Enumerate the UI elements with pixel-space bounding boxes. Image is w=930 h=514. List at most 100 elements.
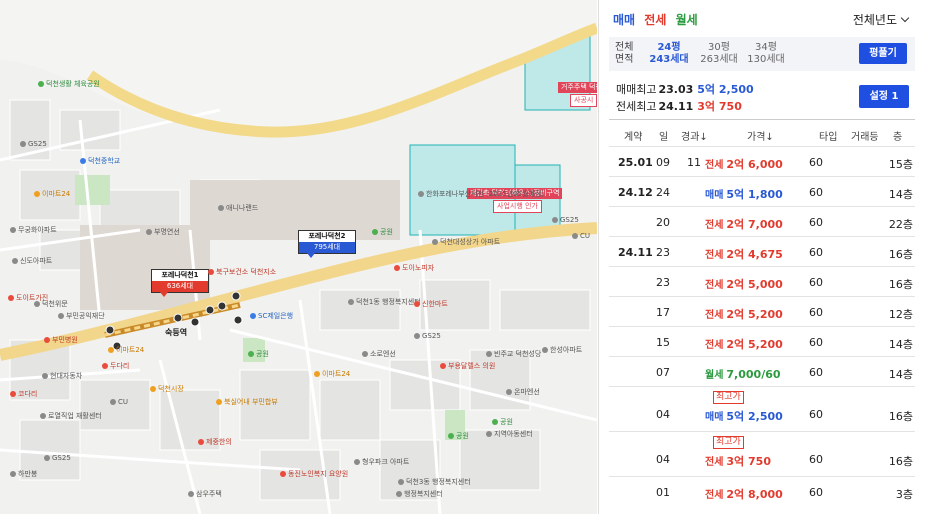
col-header-floor[interactable]: 층 — [893, 128, 902, 143]
size-option-24[interactable]: 24평 243세대 — [647, 42, 691, 66]
poi-convenience-store[interactable]: 이마트24 — [108, 346, 144, 355]
col-header-price[interactable]: 가격↓ — [747, 128, 774, 143]
church-icon — [486, 351, 492, 357]
poi-mart[interactable]: 신한마트 — [414, 300, 448, 309]
poi-health-center[interactable]: 북구보건소 덕천지소 — [208, 268, 276, 277]
poi-convenience-store[interactable]: CU — [572, 232, 590, 241]
row-trade-kind: 전세 — [705, 250, 724, 261]
poi-apartment[interactable]: 형우파크 아파트 — [354, 458, 409, 467]
building-icon — [10, 471, 16, 477]
poi-apartment-new[interactable]: 한화포레나부산덕천 (2025년05월예정) — [418, 190, 544, 199]
poi-apartment[interactable]: 한성아파트 — [542, 346, 582, 355]
apartment-icon — [354, 459, 360, 465]
poi-child-center[interactable]: 지역아동센터 — [486, 430, 533, 439]
row-price-value: 2억 6,000 — [726, 158, 783, 171]
poi-apartment[interactable]: 신도아파트 — [12, 257, 52, 266]
poi-convenience-store[interactable]: GS25 — [44, 454, 71, 463]
poi-care-home[interactable]: 동진노인복지 요양원 — [280, 470, 348, 479]
tab-wolse[interactable]: 월세 — [676, 13, 698, 27]
table-row[interactable]: 25.01 09 11 전세 2억 6,000 60 15층 — [609, 146, 915, 176]
store-icon — [314, 371, 320, 377]
poi-market[interactable]: 덕천시장 — [150, 385, 184, 394]
poi-park[interactable]: 공원 — [448, 432, 469, 441]
poi-building[interactable]: 온마엔선 — [506, 388, 540, 397]
store-icon — [572, 233, 578, 239]
station-label[interactable]: 숙등역 — [165, 328, 187, 337]
year-filter-dropdown[interactable]: 전체년도 — [853, 11, 910, 28]
col-header-contract[interactable]: 계약 — [624, 128, 642, 143]
table-row[interactable]: 04 매매 5억 2,500 60 16층 최고가 — [609, 386, 915, 431]
park-icon — [372, 229, 378, 235]
poi-restaurant[interactable]: 두다리 — [102, 362, 129, 371]
poi-building[interactable]: 부명연선 — [146, 228, 180, 237]
poi-kids[interactable]: 애니나랜드 — [218, 204, 258, 213]
poi-shop[interactable]: 북실어내 부민합뷰 — [216, 398, 278, 407]
poi-convenience-store[interactable]: CU — [110, 398, 128, 407]
row-type: 60 — [809, 486, 823, 499]
divider — [609, 119, 915, 120]
poi-foundation[interactable]: 부민공익재단 — [58, 312, 105, 321]
store-icon — [108, 347, 114, 353]
poi-office[interactable]: 행정복지센터 — [396, 490, 443, 499]
table-row[interactable]: 20 전세 2억 7,000 60 22층 — [609, 206, 915, 236]
poi-convenience-store[interactable]: 이마트24 — [34, 190, 70, 199]
restaurant-icon — [10, 391, 16, 397]
poi-park[interactable]: 공원 — [248, 350, 269, 359]
poi-school[interactable]: 덕천중학교 — [80, 157, 120, 166]
poi-convenience-store[interactable]: 이마트24 — [314, 370, 350, 379]
store-icon — [110, 399, 116, 405]
map-view[interactable]: 포레나덕천1 636세대 포레나덕천2 795세대 재건축 덕천3(하우스)정비… — [0, 0, 597, 514]
poi-building[interactable]: 덕천위문 — [34, 300, 68, 309]
size-toggle-button[interactable]: 평풀기 — [859, 43, 907, 64]
row-price-value: 2억 5,200 — [726, 338, 783, 351]
col-header-day[interactable]: 일 — [659, 128, 668, 143]
table-row[interactable]: 17 전세 2억 5,200 60 12층 — [609, 296, 915, 326]
poi-apartment[interactable]: 무궁화아파트 — [10, 226, 57, 235]
poi-building[interactable]: 삼우주택 — [188, 490, 222, 499]
poi-center[interactable]: 로열직업 재활센터 — [40, 412, 102, 421]
poi-church[interactable]: 빈주교 덕천성당 — [486, 350, 541, 359]
poi-park[interactable]: 공원 — [372, 228, 393, 237]
poi-hospital[interactable]: 부민병원 — [44, 336, 78, 345]
poi-convenience-store[interactable]: GS25 — [552, 216, 579, 225]
zone-label-name-2[interactable]: 거주주택 덕천 — [558, 82, 597, 93]
apartment-marker-forena-1[interactable]: 포레나덕천1 636세대 — [151, 269, 209, 297]
table-row[interactable]: 23 전세 2억 5,000 60 16층 — [609, 266, 915, 296]
poi-building[interactable]: 소로엔선 — [362, 350, 396, 359]
col-header-type[interactable]: 타입 — [819, 128, 837, 143]
col-header-count[interactable]: 거래등 — [851, 128, 879, 143]
poi-office[interactable]: 덕천3동 행정복지센터 — [398, 478, 471, 487]
poi-clinic[interactable]: 부용달렐스 의원 — [440, 362, 495, 371]
poi-restaurant[interactable]: 도이노피자 — [394, 264, 434, 273]
tab-sale[interactable]: 매매 — [613, 13, 635, 27]
poi-restaurant[interactable]: 코다리 — [10, 390, 37, 399]
table-row[interactable]: 15 전세 2억 5,200 60 14층 — [609, 326, 915, 356]
poi-car-dealer[interactable]: 현대자동차 — [42, 372, 82, 381]
restaurant-icon — [102, 363, 108, 369]
poi-apartment[interactable]: 덕천대성상가 아파트 — [432, 238, 500, 247]
size-option-34[interactable]: 34평 130세대 — [744, 42, 788, 66]
size-option-30[interactable]: 30평 263세대 — [697, 42, 741, 66]
poi-building[interactable]: 하만봉 — [10, 470, 37, 479]
building-icon — [40, 413, 46, 419]
table-row[interactable]: 24.11 23 전세 2억 4,675 60 16층 — [609, 236, 915, 266]
table-row[interactable]: 01 전세 2억 8,000 60 3층 — [609, 476, 915, 506]
row-type: 60 — [809, 186, 823, 199]
table-row[interactable]: 04 전세 3억 750 60 16층 최고가 — [609, 431, 915, 476]
poi-convenience-store[interactable]: GS25 — [20, 140, 47, 149]
poi-park[interactable]: 덕천생활 체육공원 — [38, 80, 100, 89]
table-row[interactable]: 07 월세 7,000/60 60 14층 — [609, 356, 915, 386]
apartment-marker-forena-2[interactable]: 포레나덕천2 795세대 — [298, 230, 356, 258]
poi-park[interactable]: 공원 — [492, 418, 513, 427]
apartment-icon — [12, 258, 18, 264]
table-row[interactable]: 24.12 24 매매 5억 1,800 60 14층 — [609, 176, 915, 206]
row-price: 전세 2억 4,675 — [705, 246, 783, 262]
poi-clinic[interactable]: 제중한의 — [198, 438, 232, 447]
tab-jeonse[interactable]: 전세 — [644, 13, 666, 27]
settings-button[interactable]: 설정 1 — [859, 85, 909, 108]
poi-convenience-store[interactable]: GS25 — [414, 332, 441, 341]
poi-bank[interactable]: SC제일은행 — [250, 312, 293, 321]
row-day: 24 — [656, 186, 670, 199]
col-header-elapsed[interactable]: 경과↓ — [681, 128, 708, 143]
poi-office[interactable]: 덕천1동 행정복지센터 — [348, 298, 421, 307]
